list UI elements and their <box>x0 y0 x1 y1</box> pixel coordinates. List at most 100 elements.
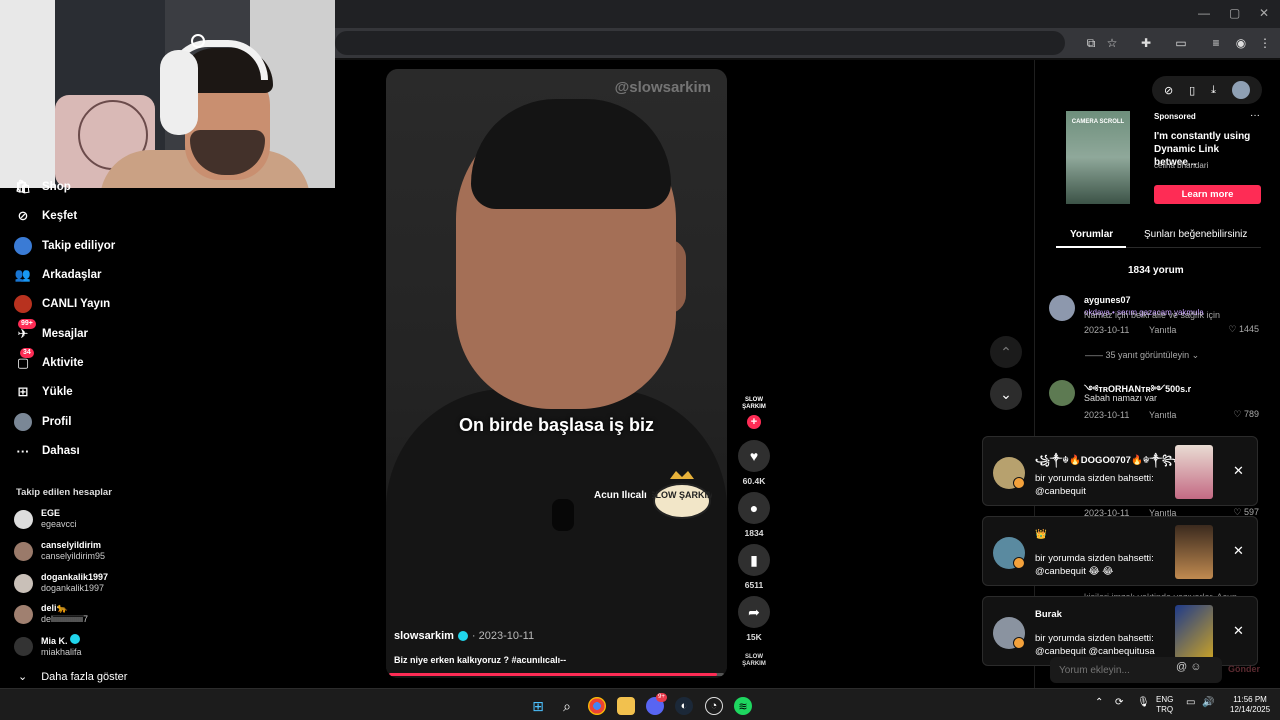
menu-icon[interactable]: ⋮ <box>1256 34 1274 52</box>
following-account[interactable]: EGE egeavcci <box>14 508 77 530</box>
tab-you-may-like[interactable]: Şunları beğenebilirsiniz <box>1144 229 1247 240</box>
sponsored-thumbnail[interactable]: CAMERA SCROLL <box>1066 111 1130 204</box>
avatar[interactable] <box>1049 295 1075 321</box>
follow-plus-button[interactable]: + <box>747 415 761 429</box>
comment-button[interactable]: ● 1834 <box>738 492 770 538</box>
upload-icon: ⊞ <box>17 384 29 399</box>
comment-like-button[interactable]: ♡ 789 <box>1223 409 1259 420</box>
notification-thumbnail[interactable] <box>1175 605 1213 659</box>
video-author-row[interactable]: slowsarkim · 2023-10-11 <box>394 630 534 642</box>
user-avatar-icon[interactable] <box>1231 81 1250 99</box>
media-icon[interactable]: ≡ <box>1207 34 1225 52</box>
messages-badge: 99+ <box>18 319 36 329</box>
close-window-icon[interactable]: ✕ <box>1259 6 1269 20</box>
comment-like-button[interactable]: ♡ 1445 <box>1223 324 1259 335</box>
following-account[interactable]: canselyildirim canselyildirim95 <box>14 540 105 562</box>
language-indicator[interactable]: ENG TRQ <box>1156 695 1173 715</box>
volume-icon[interactable]: 🔊 <box>1202 698 1214 708</box>
sidebar-item-label: Arkadaşlar <box>42 269 102 281</box>
following-account[interactable]: dogankalik1997 dogankalik1997 <box>14 572 108 594</box>
profile-icon[interactable]: ◉ <box>1232 34 1250 52</box>
mention-icon[interactable]: @ <box>1176 661 1187 673</box>
network-icon[interactable]: ▭ <box>1186 698 1195 708</box>
sidebar-item-following[interactable]: Takip ediliyor <box>14 235 115 257</box>
webcam-headphone <box>160 50 198 135</box>
tab-comments[interactable]: Yorumlar <box>1070 229 1113 240</box>
sync-icon[interactable]: ⟳ <box>1115 698 1123 708</box>
clock[interactable]: 11:56 PM 12/14/2025 <box>1230 695 1270 715</box>
activity-badge: 34 <box>20 348 34 358</box>
mention-notification[interactable]: 👑 bir yorumda sizden bahsetti: @canbequi… <box>982 516 1258 586</box>
more-icon: ··· <box>16 443 30 459</box>
share-count: 15K <box>746 632 762 642</box>
discord-icon[interactable]: 9+ <box>646 693 667 715</box>
device-icon[interactable]: ▯ <box>1189 84 1195 97</box>
account-name: canselyildirim <box>41 540 102 550</box>
webcam-ring <box>191 34 205 48</box>
following-account[interactable]: Mia K. miakhalifa <box>14 634 82 658</box>
obs-icon[interactable]: ◔ <box>705 697 723 715</box>
reply-button[interactable]: Yanıtla <box>1149 410 1176 420</box>
sidebar-item-live[interactable]: CANLI Yayın <box>14 293 110 315</box>
steam-icon[interactable]: ◐ <box>675 697 693 715</box>
notification-author: Burak <box>1035 609 1062 620</box>
send-button[interactable]: Gönder <box>1228 664 1260 674</box>
maximize-icon[interactable]: ▢ <box>1229 6 1240 20</box>
mention-notification[interactable]: ꧁༒☬🔥DOGO0707🔥☬༒꧂ bir yorumda sizden bahs… <box>982 436 1258 506</box>
address-bar[interactable] <box>335 31 1065 55</box>
sidebar-item-friends[interactable]: 👥 Arkadaşlar <box>14 264 102 286</box>
avatar[interactable] <box>1049 380 1075 406</box>
sidebar-item-explore[interactable]: ⊘ Keşfet <box>14 205 78 227</box>
windows-start-icon[interactable]: ⊞ <box>529 697 547 715</box>
video-author[interactable]: slowsarkim <box>394 630 454 642</box>
webcam-overlay <box>0 0 335 188</box>
heart-icon: ♥ <box>738 440 770 472</box>
extensions-icon[interactable]: ✚ <box>1137 34 1155 52</box>
following-icon <box>14 237 32 255</box>
share-button[interactable]: ➦ 15K <box>738 596 770 642</box>
sidebar-item-label: CANLI Yayın <box>42 298 111 310</box>
explore-icon[interactable]: ⊘ <box>1164 84 1173 97</box>
creator-avatar[interactable]: SLOW ŞARKIM <box>740 397 768 411</box>
sidebar-item-profile[interactable]: Profil <box>14 411 71 433</box>
file-explorer-icon[interactable] <box>617 697 635 715</box>
verified-icon <box>70 634 81 644</box>
spotify-icon[interactable]: ≋ <box>734 697 752 715</box>
learn-more-button[interactable]: Learn more <box>1154 185 1261 204</box>
search-icon[interactable]: ⌕ <box>558 697 576 715</box>
comment-author[interactable]: aygunes07 <box>1084 295 1131 305</box>
star-icon[interactable]: ☆ <box>1103 34 1121 52</box>
view-replies-button[interactable]: —— 35 yanıt görüntüleyin ⌄ <box>1085 350 1199 361</box>
sidebar-item-activity[interactable]: ▢ 34 Aktivite <box>14 348 84 374</box>
sidebar-item-shop[interactable]: 🛍 Shop <box>14 176 71 198</box>
cast-icon[interactable]: ⧉ <box>1082 34 1100 52</box>
scroll-up-button[interactable]: ⌃ <box>990 336 1022 368</box>
emoji-icon[interactable]: ☺ <box>1190 661 1201 673</box>
sidebar-item-messages[interactable]: ✈ 99+ Mesajlar <box>14 319 88 345</box>
music-avatar[interactable]: SLOW ŞARKIM <box>740 654 768 668</box>
mention-notification[interactable]: Burak bir yorumda sizden bahsetti: @canb… <box>982 596 1258 666</box>
reader-icon[interactable]: ▭ <box>1172 34 1190 52</box>
video-progress-bar[interactable] <box>389 673 724 676</box>
notification-thumbnail[interactable] <box>1175 445 1213 499</box>
following-account[interactable]: deli🐆 deliiiiiiiiiiiiiii7 <box>14 603 88 625</box>
close-icon[interactable]: ✕ <box>1233 623 1244 639</box>
download-icon[interactable]: ⤓ <box>1211 84 1216 97</box>
close-icon[interactable]: ✕ <box>1233 543 1244 559</box>
close-icon[interactable]: ✕ <box>1233 463 1244 479</box>
minimize-icon[interactable]: — <box>1198 6 1210 20</box>
reply-button[interactable]: Yanıtla <box>1149 325 1176 335</box>
tray-chevron-icon[interactable]: ⌃ <box>1095 698 1103 708</box>
save-button[interactable]: ▮ 6511 <box>738 544 770 590</box>
sidebar-item-more[interactable]: ··· Dahası <box>14 440 80 462</box>
scroll-down-button[interactable]: ⌄ <box>990 378 1022 410</box>
like-button[interactable]: ♥ 60.4K <box>738 440 770 486</box>
sidebar-item-upload[interactable]: ⊞ Yükle <box>14 381 73 403</box>
chrome-icon[interactable] <box>588 697 606 715</box>
discord-badge: 9+ <box>656 693 667 702</box>
microphone-icon[interactable]: 🎙 <box>1137 698 1150 708</box>
more-options-icon[interactable]: ··· <box>1250 110 1260 121</box>
show-more-button[interactable]: ⌄ Daha fazla göster <box>18 670 127 684</box>
video-player[interactable]: @slowsarkim On birde başlasa iş biz Acun… <box>386 69 727 678</box>
notification-thumbnail[interactable] <box>1175 525 1213 579</box>
